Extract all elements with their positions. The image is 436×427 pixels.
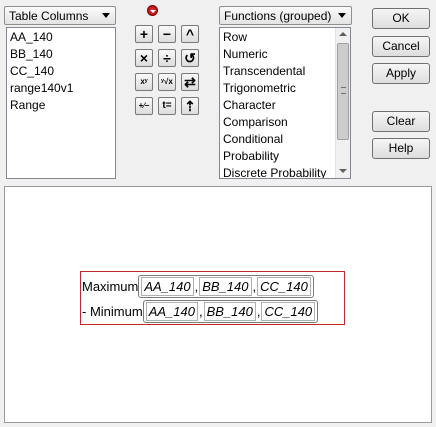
chevron-down-icon [338, 13, 346, 18]
column-item[interactable]: BB_140 [7, 46, 115, 63]
argument-group[interactable]: AA_140, BB_140, CC_140 [138, 274, 314, 298]
power-operator-button[interactable]: xʸ [135, 73, 153, 91]
table-columns-dropdown-label: Table Columns [9, 9, 89, 23]
table-columns-dropdown[interactable]: Table Columns [4, 6, 116, 25]
columns-list[interactable]: AA_140 BB_140 CC_140 range140v1 Range [6, 27, 116, 179]
argument[interactable]: CC_140 [257, 276, 311, 296]
function-group-item[interactable]: Comparison [220, 114, 350, 131]
argument[interactable]: CC_140 [261, 301, 316, 321]
formula-editor[interactable]: Maximum AA_140, BB_140, CC_140 - Minimum A… [4, 186, 432, 423]
formula-row-maximum[interactable]: Maximum AA_140, BB_140, CC_140 [82, 274, 314, 298]
add-operator-button[interactable]: + [135, 25, 153, 43]
keypad-menu-icon[interactable] [147, 5, 158, 16]
function-group-item[interactable]: Character [220, 97, 350, 114]
root-operator-button[interactable]: ʸ√x [158, 73, 176, 91]
chevron-down-icon [102, 13, 110, 18]
function-group-item[interactable]: Row [220, 29, 350, 46]
minus-operator[interactable]: - [82, 304, 90, 319]
column-item[interactable]: range140v1 [7, 80, 115, 97]
function-name-minimum[interactable]: Minimum [90, 304, 143, 319]
functions-dropdown[interactable]: Functions (grouped) [219, 6, 352, 25]
column-item[interactable]: Range [7, 97, 115, 114]
argument[interactable]: BB_140 [199, 276, 252, 296]
help-button[interactable]: Help [372, 138, 430, 159]
functions-list[interactable]: Row Numeric Transcendental Trigonometric… [219, 27, 351, 179]
scroll-up-icon[interactable] [336, 28, 350, 42]
cancel-button[interactable]: Cancel [372, 36, 430, 57]
scroll-down-icon[interactable] [336, 164, 350, 178]
column-item[interactable]: AA_140 [7, 29, 115, 46]
formula-expression[interactable]: Maximum AA_140, BB_140, CC_140 - Minimum A… [80, 271, 345, 325]
negate-operator-button[interactable]: +∕− [135, 97, 153, 115]
apply-button[interactable]: Apply [372, 63, 430, 84]
function-group-item[interactable]: Probability [220, 148, 350, 165]
column-item[interactable]: CC_140 [7, 63, 115, 80]
peel-operator-button[interactable]: ⇡ [181, 97, 199, 115]
argument[interactable]: BB_140 [203, 301, 256, 321]
function-group-item[interactable]: Numeric [220, 46, 350, 63]
scrollbar-thumb[interactable] [337, 43, 349, 140]
multiply-operator-button[interactable]: × [135, 49, 153, 67]
divide-operator-button[interactable]: ÷ [158, 49, 176, 67]
function-group-item[interactable]: Transcendental [220, 63, 350, 80]
raise-operator-button[interactable]: ^ [181, 25, 199, 43]
argument[interactable]: AA_140 [141, 276, 194, 296]
functions-dropdown-label: Functions (grouped) [224, 9, 332, 23]
functions-scrollbar[interactable] [335, 28, 350, 178]
function-group-item[interactable]: Trigonometric [220, 80, 350, 97]
function-name-maximum[interactable]: Maximum [82, 279, 138, 294]
swap-operator-button[interactable]: ⇄ [181, 73, 199, 91]
subtract-operator-button[interactable]: − [158, 25, 176, 43]
ok-button[interactable]: OK [372, 8, 430, 29]
function-group-item[interactable]: Discrete Probability [220, 165, 350, 178]
assign-operator-button[interactable]: t= [158, 97, 176, 115]
clear-button[interactable]: Clear [372, 111, 430, 132]
argument[interactable]: AA_140 [145, 301, 198, 321]
function-group-item[interactable]: Conditional [220, 131, 350, 148]
rotate-operator-button[interactable]: ↺ [181, 49, 199, 67]
formula-row-minimum[interactable]: - Minimum AA_140, BB_140, CC_140 [82, 299, 319, 323]
argument-group[interactable]: AA_140, BB_140, CC_140 [142, 299, 319, 323]
